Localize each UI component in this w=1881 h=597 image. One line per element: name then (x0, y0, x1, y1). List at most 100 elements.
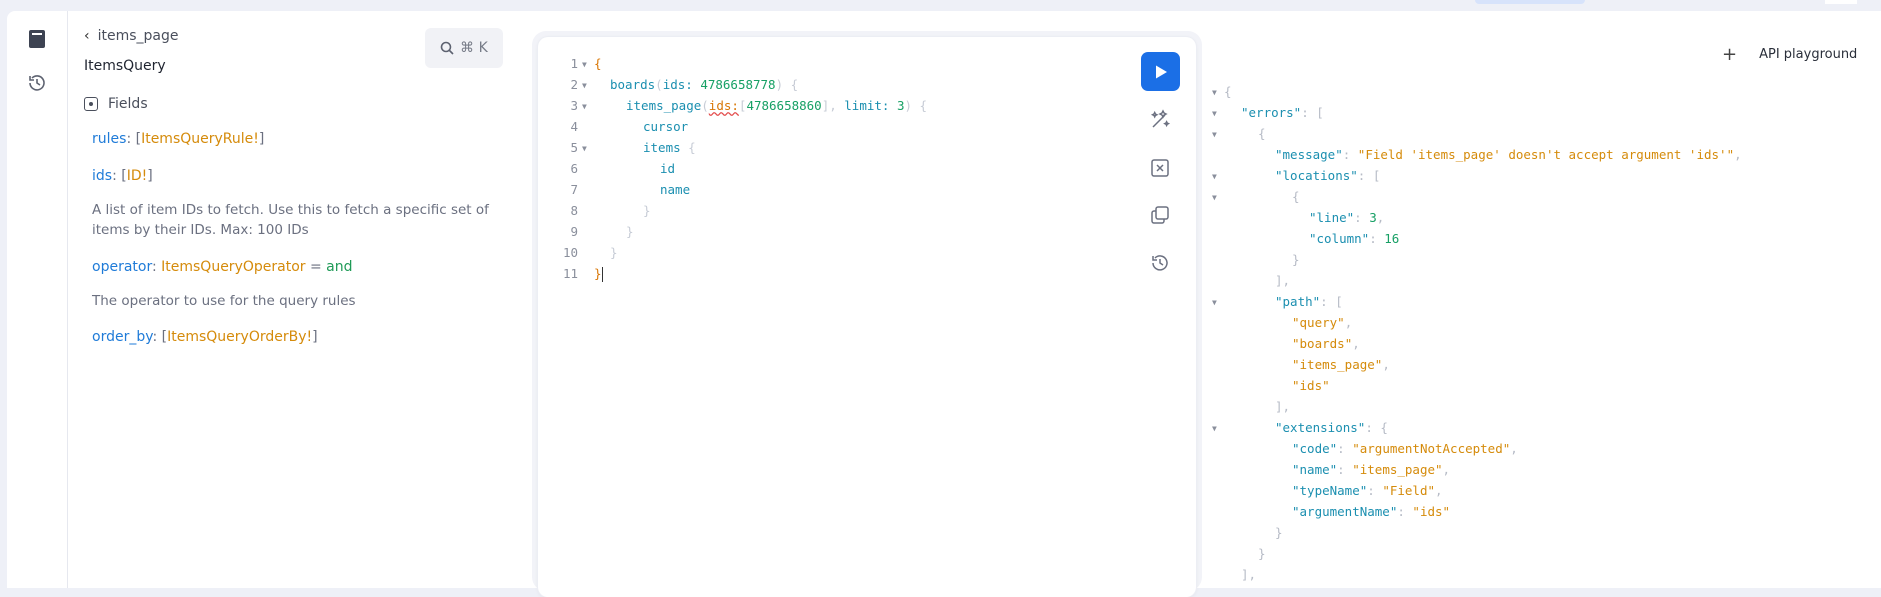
type-title: ItemsQuery (84, 58, 166, 74)
json-line: { (1224, 84, 1232, 99)
query-history-button[interactable] (1141, 244, 1179, 282)
docs-book-icon[interactable] (23, 25, 51, 53)
field-order-by: order_by: [ItemsQueryOrderBy!] (92, 329, 318, 345)
field-description: The operator to use for the query rules (92, 293, 356, 309)
field-operator: operator: ItemsQueryOperator = and (92, 259, 353, 275)
api-playground-label[interactable]: API playground (1759, 47, 1857, 62)
code-line: } (626, 224, 634, 239)
json-line: "name": "items_page", (1292, 462, 1451, 477)
prettify-icon (1150, 109, 1171, 128)
path-item: items_page (1299, 357, 1375, 372)
top-corner-control (1825, 0, 1857, 4)
fold-arrow-icon[interactable]: ▼ (582, 60, 587, 69)
field-name[interactable]: ids (92, 168, 112, 184)
query-editor[interactable] (538, 37, 1196, 597)
code-line: boards(ids: 4786658778) { (610, 77, 799, 92)
code-line: { (594, 56, 602, 71)
json-line: "path": [ (1275, 294, 1343, 309)
error-message: Field 'items_page' doesn't accept argume… (1365, 147, 1727, 162)
field-type[interactable]: ID! (127, 168, 148, 184)
fold-arrow-icon[interactable]: ▼ (582, 102, 587, 111)
field-name[interactable]: operator (92, 259, 152, 275)
code-line: } (610, 245, 618, 260)
field-type[interactable]: ItemsQueryOrderBy! (167, 329, 312, 345)
line-number: 8 (570, 203, 578, 218)
result-header: + API playground (1722, 44, 1857, 65)
plus-icon[interactable]: + (1722, 44, 1737, 65)
line-number: 3 (570, 98, 578, 113)
run-query-button[interactable] (1141, 52, 1180, 91)
code-line: cursor (643, 119, 689, 134)
field-ids: ids: [ID!] (92, 168, 153, 184)
code-line: } (594, 266, 603, 282)
path-item: boards (1299, 336, 1345, 351)
line-number: 1 (570, 56, 578, 71)
limit-value: 3 (896, 98, 905, 113)
prettify-button[interactable] (1141, 101, 1179, 139)
json-line: "message": "Field 'items_page' doesn't a… (1275, 147, 1742, 162)
fold-arrow-icon[interactable]: ▼ (1212, 88, 1217, 97)
fields-icon (84, 97, 98, 111)
play-icon (1155, 65, 1167, 78)
history-icon[interactable] (23, 69, 51, 97)
merge-fragments-icon (1151, 159, 1169, 177)
json-line: { (1292, 189, 1300, 204)
code-line: items { (643, 140, 696, 155)
fold-arrow-icon[interactable]: ▼ (582, 144, 587, 153)
copy-icon (1151, 206, 1169, 224)
path-item: query (1299, 315, 1338, 330)
code-line: id (660, 161, 676, 176)
json-line: "code": "argumentNotAccepted", (1292, 441, 1518, 456)
code-line: items_page(ids:[4786658860], limit: 3) { (626, 98, 928, 113)
field-rules: rules: [ItemsQueryRule!] (92, 131, 265, 147)
top-tab-indicator (1475, 0, 1585, 4)
field-default: and (326, 259, 353, 275)
json-line: "ids" (1292, 378, 1330, 393)
error-line: 3 (1369, 210, 1377, 225)
line-number: 7 (570, 182, 578, 197)
fold-arrow-icon[interactable]: ▼ (1212, 424, 1217, 433)
merge-fragments-button[interactable] (1141, 149, 1179, 187)
json-line: "argumentName": "ids" (1292, 504, 1451, 519)
fields-header: Fields (84, 96, 148, 112)
back-link-label: items_page (97, 28, 179, 44)
field-name[interactable]: order_by (92, 329, 152, 345)
search-shortcut: ⌘ K (460, 40, 488, 56)
fold-arrow-icon[interactable]: ▼ (1212, 193, 1217, 202)
top-strip (0, 0, 1881, 11)
item-ids-value: 4786658860 (746, 98, 822, 113)
search-icon (440, 41, 454, 55)
path-item: ids (1299, 378, 1323, 393)
line-number: 2 (570, 77, 578, 92)
json-line: "column": 16 (1309, 231, 1400, 246)
query-history-icon (1152, 255, 1168, 271)
fold-arrow-icon[interactable]: ▼ (582, 81, 587, 90)
field-type[interactable]: ItemsQueryOperator (161, 259, 305, 275)
field-type[interactable]: ItemsQueryRule! (141, 131, 259, 147)
json-line: "extensions": { (1275, 420, 1388, 435)
json-line: "errors": [ (1241, 105, 1324, 120)
field-description: A list of item IDs to fetch. Use this to… (92, 202, 489, 238)
back-link[interactable]: ‹ items_page (84, 28, 179, 44)
copy-button[interactable] (1141, 196, 1179, 234)
json-line: ], (1275, 399, 1291, 414)
code-line: name (660, 182, 691, 197)
fold-arrow-icon[interactable]: ▼ (1212, 109, 1217, 118)
search-button[interactable]: ⌘ K (425, 28, 503, 68)
json-line: "line": 3, (1309, 210, 1385, 225)
json-line: { (1258, 126, 1266, 141)
json-line: "items_page", (1292, 357, 1390, 372)
json-line: "typeName": "Field", (1292, 483, 1443, 498)
field-name[interactable]: rules (92, 131, 126, 147)
fields-label: Fields (108, 96, 148, 112)
fold-arrow-icon[interactable]: ▼ (1212, 130, 1217, 139)
json-line: "locations": [ (1275, 168, 1381, 183)
ext-argument-name: ids (1419, 504, 1443, 519)
fold-arrow-icon[interactable]: ▼ (1212, 298, 1217, 307)
json-line: "query", (1292, 315, 1353, 330)
line-number: 10 (562, 245, 578, 260)
json-line: } (1292, 252, 1300, 267)
chevron-left-icon: ‹ (84, 28, 90, 44)
line-number: 4 (570, 119, 578, 134)
fold-arrow-icon[interactable]: ▼ (1212, 172, 1217, 181)
